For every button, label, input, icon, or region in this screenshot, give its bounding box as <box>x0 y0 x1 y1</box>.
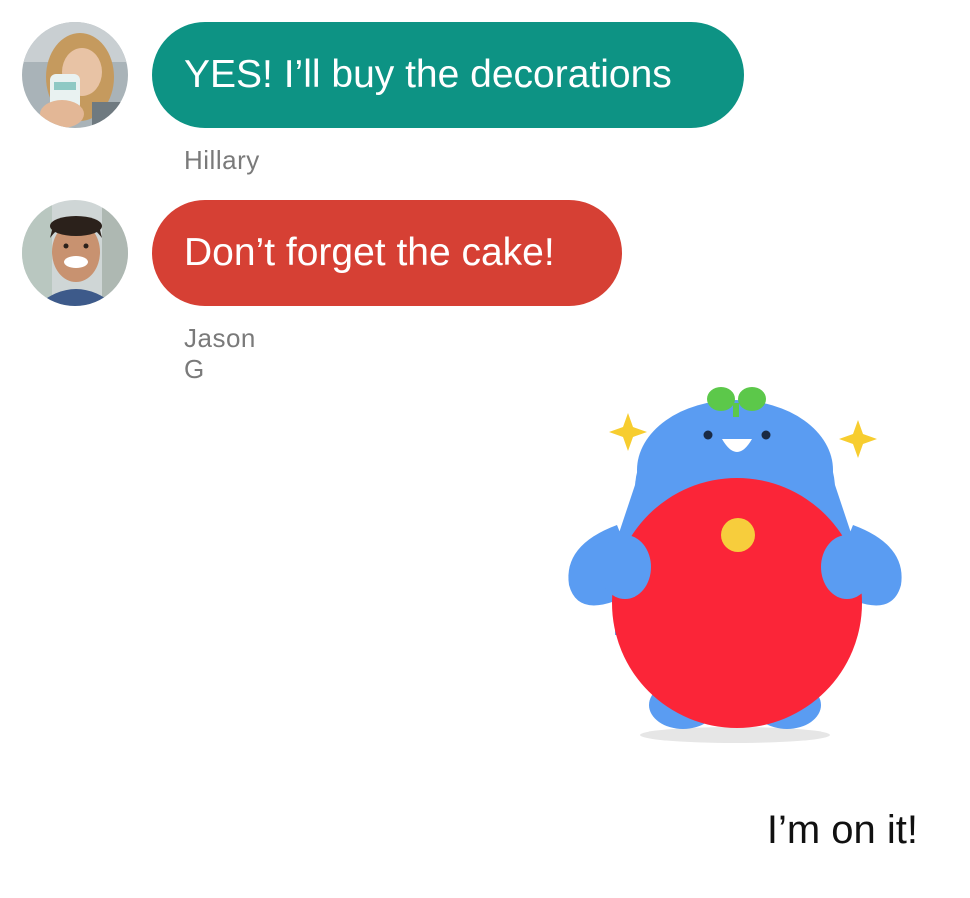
avatar-hillary-image <box>22 22 128 128</box>
own-message-text[interactable]: I’m on it! <box>767 808 918 853</box>
sparkle-right-icon <box>839 420 877 458</box>
message-bubble-jason[interactable]: Don’t forget the cake! <box>152 200 622 306</box>
message-bubble-hillary[interactable]: YES! I’ll buy the decorations <box>152 22 744 128</box>
blue-mascot-sticker[interactable] <box>555 375 915 755</box>
avatar-jason[interactable] <box>22 200 128 306</box>
mascot-sticker-art <box>568 387 902 743</box>
avatar-jason-image <box>22 200 128 306</box>
avatar-hillary[interactable] <box>22 22 128 128</box>
sparkle-left-icon <box>609 413 647 451</box>
sender-name-hillary: Hillary <box>184 145 260 175</box>
sender-name-jason: Jason G <box>184 323 256 384</box>
